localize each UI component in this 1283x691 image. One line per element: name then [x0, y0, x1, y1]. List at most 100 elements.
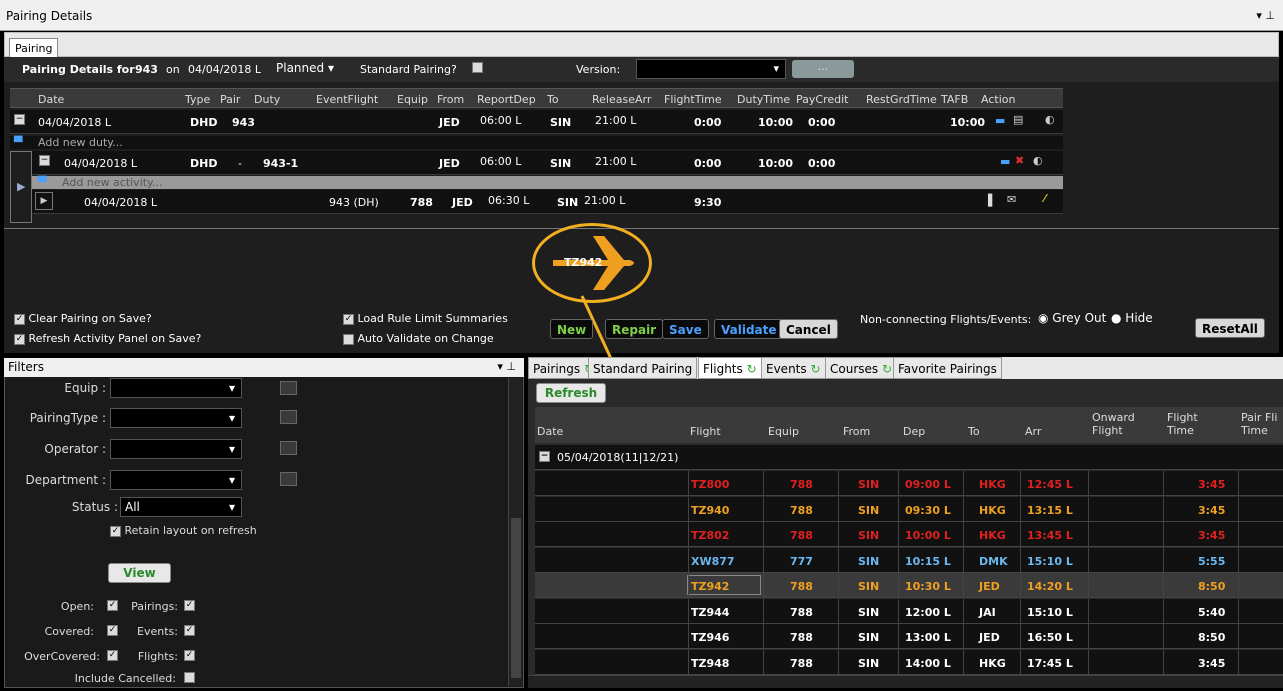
pairingtype-select[interactable]: ▾ [110, 408, 242, 428]
col-equip[interactable]: Equip [397, 93, 428, 106]
add-icon[interactable]: ▀ [38, 176, 46, 189]
equip-picker-icon[interactable] [280, 381, 297, 395]
retain-layout-option[interactable]: ✓ Retain layout on refresh [110, 524, 257, 537]
chat-icon[interactable]: ▬ [1000, 155, 1010, 168]
flight-row[interactable]: TZ940 788 SIN 09:30 L HKG 13:15 L 3:45 [535, 496, 1283, 522]
edit-icon[interactable]: ⁄ [1044, 192, 1046, 205]
col-type[interactable]: Type [185, 93, 210, 106]
refresh-button[interactable]: Refresh [536, 383, 606, 403]
mail-icon[interactable]: ✉ [1007, 193, 1016, 206]
pairings-checkbox[interactable]: ✓ [184, 600, 195, 611]
tab-courses[interactable]: Courses ↻ [825, 357, 898, 379]
col-reportdep[interactable]: ReportDep [477, 93, 536, 106]
row-selector[interactable]: ▶ [10, 151, 32, 223]
status-dropdown[interactable]: Planned ▾ [276, 61, 334, 75]
load-rule-option[interactable]: ✓ Load Rule Limit Summaries [343, 312, 508, 325]
checkbox-checked[interactable]: ✓ [14, 333, 25, 345]
clear-on-save-option[interactable]: ✓ Clear Pairing on Save? [14, 312, 152, 325]
col-flight[interactable]: Flight [690, 425, 721, 438]
filters-scrollbar[interactable] [508, 378, 522, 686]
col-date[interactable]: Date [38, 93, 64, 106]
repair-button[interactable]: Repair [605, 319, 664, 339]
status-select[interactable]: All ▾ [120, 497, 242, 517]
col-from[interactable]: From [437, 93, 464, 106]
col-flight-time[interactable]: Flight Time [1167, 411, 1217, 437]
flight-group-row[interactable]: − 05/04/2018(11|12/21) [535, 445, 1283, 470]
flight-row[interactable]: TZ948 788 SIN 14:00 L HKG 17:45 L 3:45 [535, 649, 1283, 675]
collapse-icon[interactable]: − [539, 451, 550, 462]
col-pair[interactable]: Pair [220, 93, 240, 106]
version-browse-button[interactable]: ... [792, 60, 854, 78]
col-onward-flight[interactable]: Onward Flight [1092, 411, 1152, 437]
col-eventflight[interactable]: EventFlight [316, 93, 378, 106]
delete-icon[interactable]: ✖ [1015, 154, 1024, 167]
tab-standard-pairing[interactable]: Standard Pairing [588, 357, 698, 379]
scroll-thumb[interactable] [511, 518, 521, 678]
events-checkbox[interactable]: ✓ [184, 625, 195, 636]
col-tafb[interactable]: TAFB [941, 93, 968, 106]
checkbox-unchecked[interactable] [343, 333, 354, 345]
chat-icon[interactable]: ▬ [995, 114, 1005, 127]
flight-row[interactable]: TZ942 788 SIN 10:30 L JED 14:20 L 8:50 [535, 573, 1283, 598]
add-icon[interactable]: ▀ [14, 136, 22, 149]
flights-checkbox[interactable]: ✓ [184, 650, 195, 661]
version-select[interactable]: ▾ [636, 59, 786, 79]
col-from[interactable]: From [843, 425, 870, 438]
standard-pairing-checkbox[interactable] [472, 62, 483, 73]
window-controls[interactable]: ▾ ⊥ [1256, 9, 1275, 22]
overcovered-checkbox[interactable]: ✓ [107, 650, 118, 661]
cancel-button[interactable]: Cancel [779, 319, 838, 339]
info-icon[interactable]: ▌ [988, 194, 996, 207]
flight-row[interactable]: TZ800 788 SIN 09:00 L HKG 12:45 L 3:45 [535, 471, 1283, 496]
col-to[interactable]: To [968, 425, 980, 438]
col-dep[interactable]: Dep [903, 425, 925, 438]
tab-flights[interactable]: Flights ↻ [698, 357, 762, 379]
col-date[interactable]: Date [537, 425, 563, 438]
tab-favorite-pairings[interactable]: Favorite Pairings [893, 357, 1002, 379]
flight-row[interactable]: XW877 777 SIN 10:15 L DMK 15:10 L 5:55 [535, 547, 1283, 573]
checkbox-checked[interactable]: ✓ [343, 313, 354, 325]
pin-icon[interactable]: ▾ ⊥ [497, 360, 516, 373]
move-icon[interactable]: ▤ [1013, 113, 1023, 126]
history-icon[interactable]: ◐ [1033, 154, 1043, 167]
refresh-on-save-option[interactable]: ✓ Refresh Activity Panel on Save? [14, 332, 201, 345]
view-button[interactable]: View [108, 563, 171, 583]
flight-row[interactable]: TZ946 788 SIN 13:00 L JED 16:50 L 8:50 [535, 624, 1283, 649]
duty-row[interactable]: − 04/04/2018 L DHD - 943-1 JED 06:00 L S… [32, 151, 1063, 175]
new-button[interactable]: New [550, 319, 594, 339]
pairing-row[interactable]: − 04/04/2018 L DHD 943 JED 06:00 L SIN 2… [10, 110, 1063, 134]
checkbox-checked[interactable]: ✓ [14, 313, 25, 325]
flight-row[interactable]: TZ802 788 SIN 10:00 L HKG 13:45 L 3:45 [535, 522, 1283, 547]
tab-events[interactable]: Events ↻ [761, 357, 826, 379]
col-releasearr[interactable]: ReleaseArr [592, 93, 651, 106]
col-duty[interactable]: Duty [254, 93, 280, 106]
department-select[interactable]: ▾ [110, 470, 242, 490]
col-pair-flight-time[interactable]: Pair Fli Time [1241, 411, 1283, 437]
horizontal-scrollbar[interactable] [528, 675, 1283, 688]
activity-row[interactable]: ▶ 04/04/2018 L 943 (DH) 788 JED 06:30 L … [32, 190, 1063, 214]
validate-button[interactable]: Validate [714, 319, 784, 339]
save-button[interactable]: Save [662, 319, 709, 339]
add-activity-row[interactable]: ▀ Add new activity... [32, 176, 1063, 189]
col-dutytime[interactable]: DutyTime [737, 93, 790, 106]
checkbox-checked[interactable]: ✓ [110, 525, 121, 537]
open-checkbox[interactable]: ✓ [107, 600, 118, 611]
operator-picker-icon[interactable] [280, 441, 297, 455]
equip-select[interactable]: ▾ [110, 378, 242, 398]
col-equip[interactable]: Equip [768, 425, 799, 438]
collapse-icon[interactable]: − [14, 114, 25, 125]
department-picker-icon[interactable] [280, 472, 297, 486]
col-flighttime[interactable]: FlightTime [664, 93, 722, 106]
resetall-button[interactable]: ResetAll [1195, 318, 1265, 338]
hide-option[interactable]: ● Hide [1111, 311, 1153, 325]
include-cancelled-checkbox[interactable] [184, 672, 195, 683]
auto-validate-option[interactable]: Auto Validate on Change [343, 332, 494, 345]
grey-out-option[interactable]: ◉ Grey Out [1038, 311, 1106, 325]
col-restgrdtime[interactable]: RestGrdTime [866, 93, 937, 106]
col-action[interactable]: Action [981, 93, 1015, 106]
add-duty-row[interactable]: ▀ Add new duty... [10, 136, 1063, 149]
flight-row[interactable]: TZ944 788 SIN 12:00 L JAI 15:10 L 5:40 [535, 598, 1283, 624]
col-paycredit[interactable]: PayCredit [796, 93, 848, 106]
col-arr[interactable]: Arr [1025, 425, 1041, 438]
tab-pairing[interactable]: Pairing [9, 38, 59, 58]
